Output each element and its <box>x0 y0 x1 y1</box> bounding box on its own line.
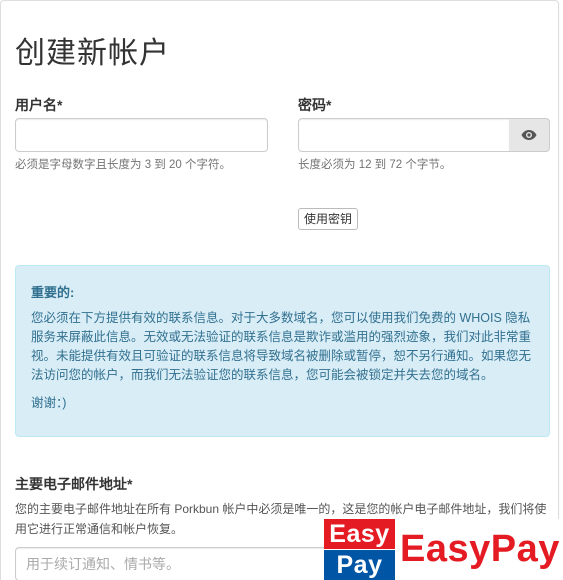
watermark-text: EasyPay <box>400 528 560 570</box>
use-key-button[interactable]: 使用密钥 <box>298 208 359 230</box>
email-label: 主要电子邮件地址* <box>15 476 133 492</box>
logo-top: Easy <box>324 519 395 549</box>
easypay-logo: Easy Pay <box>324 519 395 580</box>
important-notice: 重要的: 您必须在下方提供有效的联系信息。对于大多数域名，您可以使用我们免费的 … <box>15 265 550 437</box>
username-help: 必须是字母数字且长度为 3 到 20 个字符。 <box>15 159 231 171</box>
eye-icon <box>521 130 537 140</box>
username-label: 用户名* <box>15 97 63 113</box>
password-label: 密码* <box>298 97 332 113</box>
notice-title: 重要的: <box>31 285 75 300</box>
username-input[interactable] <box>15 118 268 152</box>
page-title: 创建新帐户 <box>15 37 170 70</box>
password-input[interactable] <box>298 118 510 152</box>
easypay-watermark: Easy Pay EasyPay <box>324 519 563 580</box>
notice-thanks: 谢谢：) <box>31 396 67 410</box>
logo-bottom: Pay <box>324 550 395 580</box>
password-help: 长度必须为 12 到 72 个字节。 <box>298 159 452 171</box>
show-password-button[interactable] <box>509 118 550 152</box>
notice-body: 您必须在下方提供有效的联系信息。对于大多数域名，您可以使用我们免费的 WHOIS… <box>31 311 532 382</box>
